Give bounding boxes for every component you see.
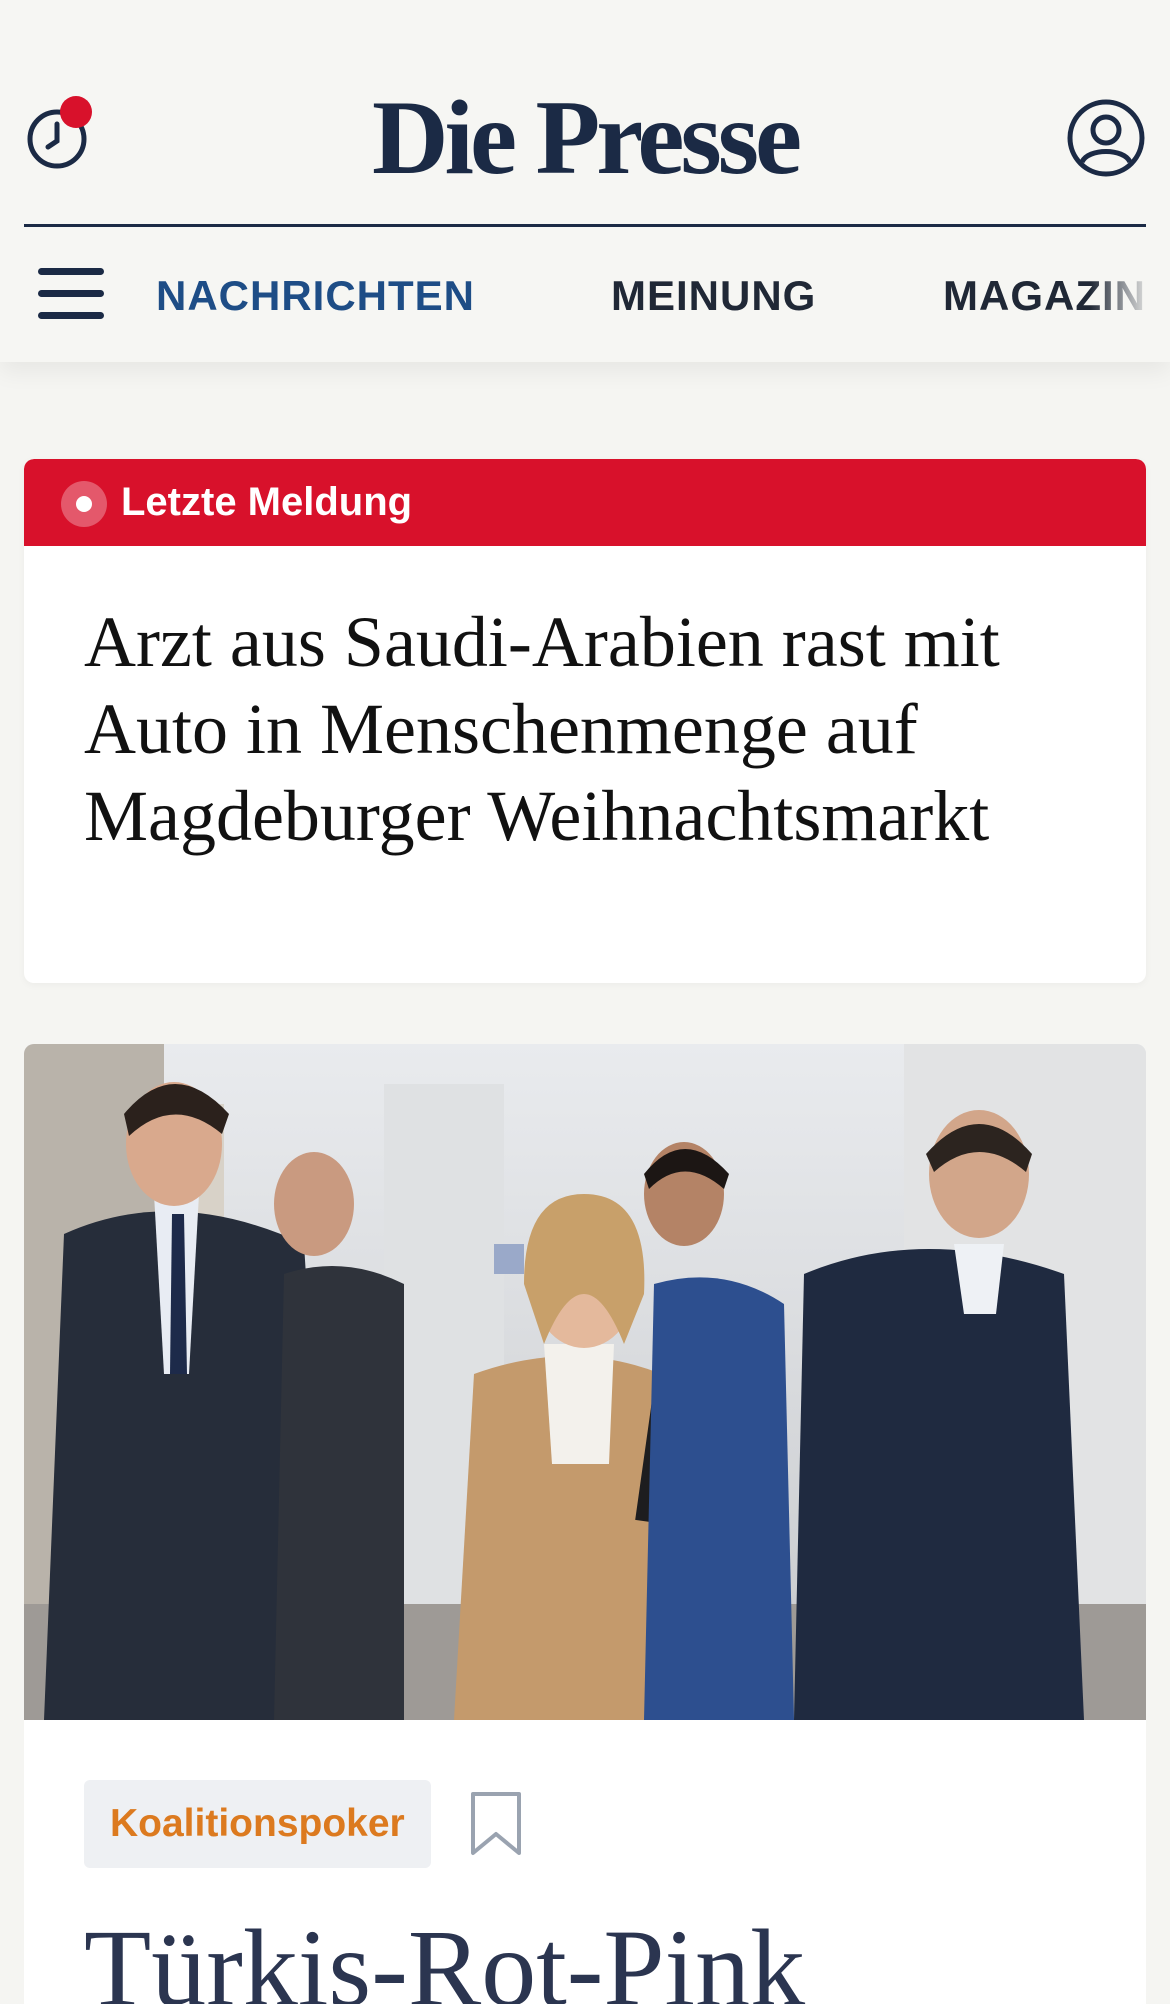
breaking-news-card[interactable]: Letzte Meldung Arzt aus Saudi-Arabien ra… <box>24 459 1146 983</box>
story-headline[interactable]: Türkis-Rot-Pink <box>84 1908 1104 2004</box>
story-card[interactable]: Koalitionspoker Türkis-Rot-Pink <box>24 1044 1146 2004</box>
nav-item-nachrichten[interactable]: NACHRICHTEN <box>156 268 475 324</box>
nav-scroll-fade <box>1090 250 1170 340</box>
site-header: Die Presse NACHRICHTEN MEINUNG MAGAZIN <box>0 0 1170 362</box>
story-image[interactable] <box>24 1044 1146 1720</box>
section-nav: NACHRICHTEN MEINUNG MAGAZIN <box>156 268 1170 324</box>
hamburger-menu-icon[interactable] <box>38 268 106 324</box>
live-indicator-icon <box>61 481 107 527</box>
breaking-news-bar: Letzte Meldung <box>24 459 1146 546</box>
header-divider <box>24 224 1146 227</box>
account-button[interactable] <box>1066 98 1146 178</box>
story-photo <box>24 1044 1146 1720</box>
breaking-news-headline[interactable]: Arzt aus Saudi-Arabien rast mit Auto in … <box>84 599 1094 860</box>
bookmark-button[interactable] <box>468 1790 524 1858</box>
user-account-icon <box>1067 99 1145 177</box>
bookmark-icon <box>471 1792 521 1855</box>
story-tag[interactable]: Koalitionspoker <box>84 1780 431 1868</box>
breaking-news-label: Letzte Meldung <box>121 480 413 524</box>
nav-item-meinung[interactable]: MEINUNG <box>611 268 816 324</box>
site-logo[interactable]: Die Presse <box>0 74 1170 201</box>
